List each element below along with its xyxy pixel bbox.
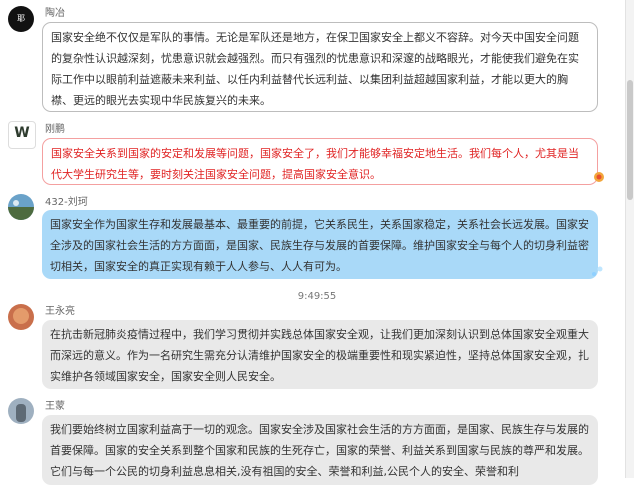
avatar-photo-icon — [8, 398, 34, 424]
message-bubble[interactable]: 在抗击新冠肺炎疫情过程中，我们学习贯彻并实践总体国家安全观，让我们更加深刻认识到… — [42, 320, 598, 389]
avatar[interactable] — [8, 194, 34, 220]
message-timestamp: 9:49:55 — [297, 291, 337, 302]
message-bubble[interactable]: 国家安全作为国家生存和发展最基本、最重要的前提，它关系民生，关系国家稳定，关系社… — [42, 210, 598, 279]
message-text: 我们要始终树立国家利益高于一切的观念。国家安全涉及国家社会生活的方方面面，是国家… — [50, 423, 589, 478]
sender-name: 陶冶 — [45, 8, 65, 19]
avatar[interactable]: 耶 — [8, 6, 34, 32]
flower-sticker-icon — [594, 172, 604, 182]
avatar-photo-icon — [8, 304, 34, 330]
message-bubble[interactable]: 我们要始终树立国家利益高于一切的观念。国家安全涉及国家社会生活的方方面面，是国家… — [42, 415, 598, 485]
sender-name: 王蒙 — [45, 401, 65, 412]
avatar-landscape-icon — [8, 194, 34, 220]
message-text: 国家安全关系到国家的安定和发展等问题，国家安全了，我们才能够幸福安定地生活。我们… — [51, 147, 579, 181]
avatar-text: 耶 — [17, 14, 25, 23]
vertical-scrollbar[interactable] — [625, 0, 634, 478]
message-bubble[interactable]: 国家安全绝不仅仅是军队的事情。无论是军队还是地方，在保卫国家安全上都义不容辞。对… — [42, 22, 598, 112]
avatar-text: W — [14, 125, 30, 141]
avatar[interactable] — [8, 304, 34, 330]
message-text: 国家安全绝不仅仅是军队的事情。无论是军队还是地方，在保卫国家安全上都义不容辞。对… — [51, 31, 579, 107]
sender-name: 432-刘珂 — [45, 197, 88, 208]
avatar[interactable]: W — [8, 121, 36, 149]
sender-name: 刚鹏 — [45, 124, 65, 135]
scrollbar-thumb[interactable] — [627, 80, 633, 200]
message-bubble[interactable]: 国家安全关系到国家的安定和发展等问题，国家安全了，我们才能够幸福安定地生活。我们… — [42, 138, 598, 185]
message-text: 国家安全作为国家生存和发展最基本、最重要的前提，它关系民生，关系国家稳定，关系社… — [50, 218, 589, 273]
sender-name: 王永亮 — [45, 306, 75, 317]
avatar[interactable] — [8, 398, 34, 424]
message-text: 在抗击新冠肺炎疫情过程中，我们学习贯彻并实践总体国家安全观，让我们更加深刻认识到… — [50, 328, 589, 383]
sparkle-sticker-icon — [592, 266, 603, 276]
